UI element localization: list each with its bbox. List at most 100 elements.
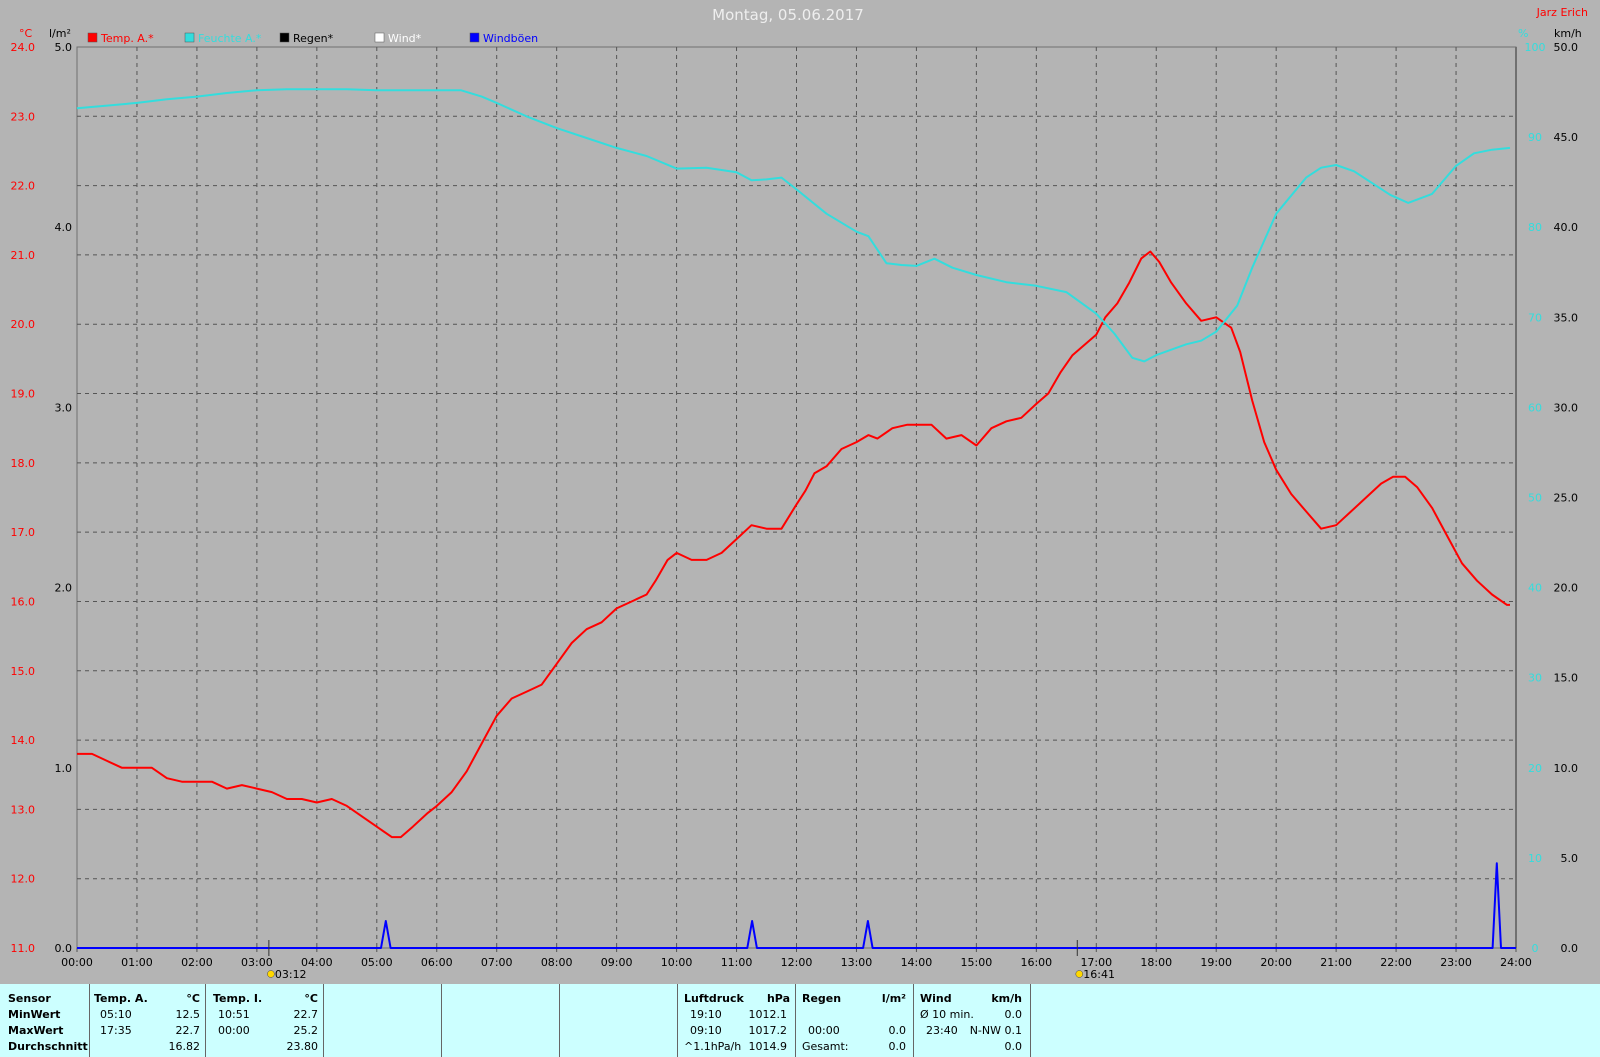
legend-label-3: Wind* [388,32,422,45]
x-tick-label: 07:00 [481,956,513,969]
temp-tick-label: 13.0 [11,803,36,816]
x-tick-label: 21:00 [1320,956,1352,969]
regen-gesamt-label: Gesamt: [802,1040,849,1053]
tempa-max-value: 22.7 [175,1024,201,1037]
temp-tick-label: 16.0 [11,595,36,608]
x-tick-label: 14:00 [901,956,933,969]
tempa-min-time: 05:10 [100,1008,132,1021]
wind-unit: km/h [991,992,1022,1005]
legend-swatch-3 [374,32,385,43]
tempa-avg-value: 16.82 [168,1040,201,1053]
legend: Temp. A.* Feuchte A.* Regen* Wind* Windböen [87,32,538,45]
legend-swatch-0 [87,32,98,43]
humidity-tick-label: 70 [1528,311,1542,324]
x-tick-label: 18:00 [1140,956,1172,969]
legend-label-0: Temp. A.* [100,32,154,45]
temp-tick-label: 19.0 [11,388,36,401]
humidity-tick-label: 100 [1525,41,1546,54]
legend-swatch-2 [279,32,290,43]
tempi-max-time: 00:00 [218,1024,250,1037]
tempi-max-value: 25.2 [293,1024,319,1037]
humidity-tick-label: 20 [1528,762,1542,775]
tempi-min-value: 22.7 [293,1008,319,1021]
wind-tick-label: 5.0 [1561,852,1579,865]
tempa-header: Temp. A. [94,992,148,1005]
wind-tick-label: 20.0 [1554,582,1579,595]
tempi-min-time: 10:51 [218,1008,250,1021]
rain-tick-label: 5.0 [55,41,73,54]
rain-tick-label: 3.0 [55,401,73,414]
author-label: Jarz Erich [1536,6,1588,19]
temp-tick-label: 24.0 [11,41,36,54]
maxwert-label: MaxWert [8,1024,64,1037]
luftdruck-min-time: 19:10 [690,1008,722,1021]
tempa-min-value: 12.5 [175,1008,201,1021]
humidity-tick-label: 40 [1528,582,1542,595]
regen-gesamt-value: 0.0 [888,1040,907,1053]
regen-unit: l/m² [881,992,906,1005]
rain-tick-label: 2.0 [55,582,73,595]
sun-set-icon [1075,970,1084,978]
wind-header: Wind [920,992,952,1005]
humidity-tick-label: 10 [1528,852,1542,865]
regen-header: Regen [802,992,842,1005]
humidity-tick-label: 60 [1528,401,1542,414]
x-tick-label: 16:00 [1020,956,1052,969]
minwert-label: MinWert [8,1008,61,1021]
x-tick-label: 11:00 [721,956,753,969]
x-tick-label: 20:00 [1260,956,1292,969]
humidity-tick-label: 30 [1528,672,1542,685]
x-tick-label: 24:00 [1500,956,1532,969]
humidity-tick-label: 90 [1528,131,1542,144]
luftdruck-header: Luftdruck [684,992,744,1005]
wind-tick-label: 35.0 [1554,311,1579,324]
x-tick-label: 13:00 [841,956,873,969]
temp-tick-label: 14.0 [11,734,36,747]
tempi-avg-value: 23.80 [286,1040,319,1053]
temp-tick-label: 22.0 [11,180,36,193]
temp-tick-label: 18.0 [11,457,36,470]
x-tick-label: 23:00 [1440,956,1472,969]
unit-hum: % [1518,27,1528,40]
stats-table: Sensor MinWert MaxWert Durchschnitt Temp… [0,984,1600,1057]
wind-avg-value: 0.0 [1004,1008,1023,1021]
wind-tick-label: 15.0 [1554,672,1579,685]
legend-label-2: Regen* [293,32,334,45]
sun-rise-label: 03:12 [275,968,307,981]
weather-chart: Montag, 05.06.2017 Jarz Erich °C l/m² % … [11,6,1589,981]
x-tick-label: 05:00 [361,956,393,969]
x-tick-label: 09:00 [601,956,633,969]
x-tick-label: 19:00 [1200,956,1232,969]
tempa-max-time: 17:35 [100,1024,132,1037]
temp-tick-label: 12.0 [11,873,36,886]
wind-avg-label: Ø 10 min. [920,1008,974,1021]
wind-third-value: 0.0 [1004,1040,1023,1053]
x-tick-label: 06:00 [421,956,453,969]
sensor-header: Sensor [8,992,51,1005]
rain-tick-label: 4.0 [55,221,73,234]
sun-set-label: 16:41 [1083,968,1115,981]
temp-tick-label: 23.0 [11,110,36,123]
tempi-header: Temp. I. [213,992,263,1005]
rain-tick-label: 0.0 [55,942,73,955]
x-tick-label: 08:00 [541,956,573,969]
wind-tick-label: 50.0 [1554,41,1579,54]
luftdruck-max-value: 1017.2 [748,1024,788,1037]
unit-wind: km/h [1554,27,1582,40]
luftdruck-avg-value: 1014.9 [748,1040,788,1053]
temp-tick-label: 15.0 [11,665,36,678]
rain-tick-label: 1.0 [55,762,73,775]
wind-tick-label: 10.0 [1554,762,1579,775]
tempi-unit: °C [304,992,318,1005]
luftdruck-max-time: 09:10 [690,1024,722,1037]
wind-max-value: N-NW 0.1 [969,1024,1022,1037]
wind-tick-label: 25.0 [1554,492,1579,505]
wind-max-time: 23:40 [926,1024,958,1037]
x-tick-label: 22:00 [1380,956,1412,969]
x-tick-label: 15:00 [961,956,993,969]
x-tick-label: 12:00 [781,956,813,969]
humidity-tick-label: 80 [1528,221,1542,234]
humidity-tick-label: 0 [1532,942,1539,955]
legend-swatch-1 [184,32,195,43]
chart-title: Montag, 05.06.2017 [712,6,864,24]
